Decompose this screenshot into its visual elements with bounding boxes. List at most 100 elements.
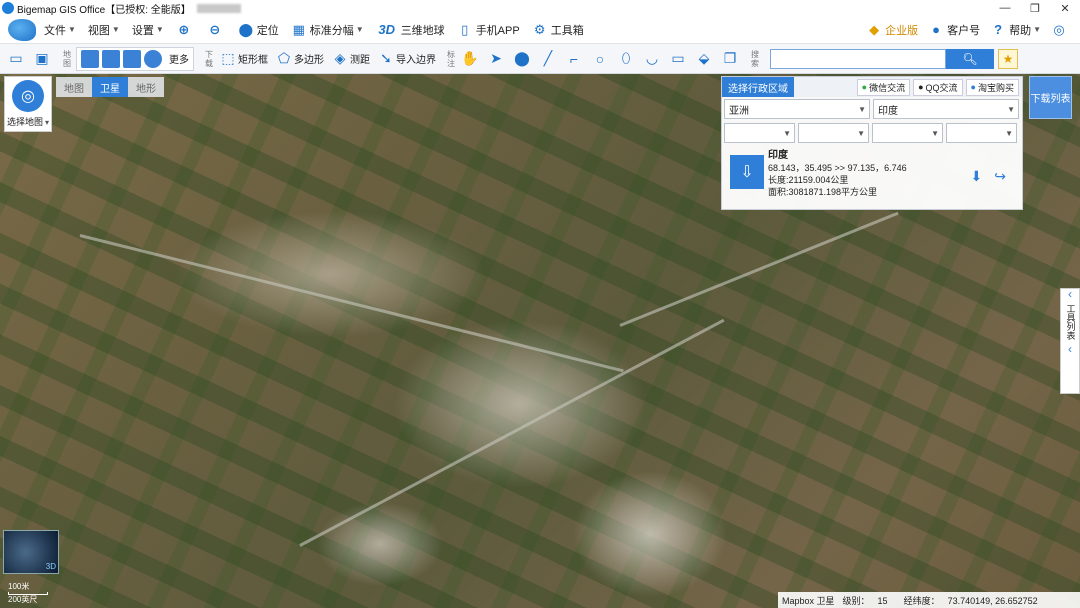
polyline-tool[interactable]: ⌐ [564, 48, 584, 70]
app-menu-icon[interactable] [8, 18, 36, 41]
import-boundary-button[interactable]: ➘ 导入边界 [376, 48, 436, 70]
layers-tool[interactable]: ❐ [720, 48, 740, 70]
globe-icon[interactable] [144, 49, 162, 68]
chevron-down-icon: ▼ [858, 104, 866, 114]
mark-section-label: 标注 [447, 49, 455, 68]
select-tool[interactable]: ➤ [486, 48, 506, 70]
search-section-label: 搜索 [751, 49, 759, 68]
3d-earth-label: 三维地球 [400, 24, 445, 37]
measure-button[interactable]: ◈ 测距 [330, 48, 370, 70]
standard-grid-label: 标准分幅 [309, 24, 354, 37]
marker-tool[interactable]: ⬤ [512, 48, 532, 70]
select-map-button[interactable]: ◎ 选择地图 ▾ [4, 76, 52, 132]
chevron-down-icon: ▼ [931, 128, 939, 138]
tab-terrain[interactable]: 地形 [128, 77, 164, 97]
grid-icon: ▦ [292, 21, 305, 37]
chevron-down-icon: ▼ [355, 25, 364, 34]
hand-icon: ✋ [461, 50, 479, 66]
close-button[interactable]: ✕ [1050, 2, 1080, 15]
download-icon[interactable]: ⬇ [971, 168, 983, 185]
eraser-tool[interactable]: ⬙ [694, 48, 714, 70]
3d-earth-button[interactable]: 3D 三维地球 [376, 22, 445, 38]
online-map-icon[interactable] [102, 49, 120, 68]
taobao-label: 淘宝购买 [977, 82, 1014, 93]
help-menu[interactable]: ? 帮助 ▼ [990, 22, 1041, 38]
road [619, 211, 899, 327]
admin-region-panel: 选择行政区域 ● 微信交流 ● QQ交流 ● 淘宝购买 亚洲 ▼ 印度 ▼ ▼ ▼ ▼ ▼… [721, 76, 1023, 210]
globe-minimap[interactable]: 3D [3, 530, 59, 574]
scale-bar: 100米 200英尺 [8, 582, 48, 605]
download-list-button[interactable]: 下载列表 [1029, 76, 1072, 119]
file-menu[interactable]: 文件 ▼ [44, 22, 76, 38]
rectangle-tool[interactable]: ▭ [668, 48, 688, 70]
app-logo-icon [2, 2, 14, 14]
square-icon: ▭ [671, 50, 685, 66]
wechat-button[interactable]: ● 微信交流 [856, 78, 911, 96]
taobao-button[interactable]: ● 淘宝购买 [965, 78, 1019, 96]
chevron-down-icon: ▼ [1033, 25, 1041, 34]
save-button[interactable]: ▣ [32, 48, 52, 70]
circle-tool[interactable]: ○ [590, 48, 610, 70]
pan-tool[interactable]: ✋ [460, 48, 480, 70]
district-select[interactable]: ▼ [872, 123, 943, 143]
open-button[interactable]: ▭ [6, 48, 26, 70]
eraser-icon: ⬙ [698, 50, 710, 66]
toolbar: ▭ ▣ 地图 更多 下载 ⬚ 矩形框 ⬠ 多边形 ◈ 测距 ➘ 导入边界 标注 ✋ ➤ … [0, 44, 1080, 74]
settings-menu[interactable]: 设置 ▼ [132, 22, 164, 38]
city-select[interactable]: ▼ [798, 123, 869, 143]
continent-value: 亚洲 [729, 105, 749, 117]
star-icon: ★ [1002, 51, 1014, 66]
search-button[interactable]: 🔍︎ [946, 48, 994, 69]
chevron-down-icon: ▼ [1005, 128, 1013, 138]
search-input[interactable] [770, 48, 946, 69]
ellipse-tool[interactable]: ⬯ [616, 48, 636, 70]
window-title: Bigemap GIS Office【已授权: 全能版】 [17, 4, 191, 16]
tab-map[interactable]: 地图 [56, 77, 92, 97]
favorites-button[interactable]: ★ [998, 48, 1018, 69]
region-length: 长度:21159.004公里 [768, 175, 849, 185]
chevron-left-icon[interactable]: ‹ [1068, 288, 1072, 300]
circle-icon: ○ [595, 50, 605, 67]
enterprise-button[interactable]: ◆ 企业版 [866, 22, 918, 38]
chevron-down-icon: ▼ [155, 25, 164, 34]
view-menu-label: 视图 [87, 24, 110, 37]
map-layer-icon[interactable] [81, 49, 99, 68]
save-icon: ▣ [35, 50, 49, 66]
map-tools-group: 更多 [76, 46, 194, 71]
qq-button[interactable]: ● QQ交流 [913, 78, 963, 96]
country-select[interactable]: 印度 ▼ [873, 99, 1019, 119]
rectangle-select-button[interactable]: ⬚ 矩形框 [218, 48, 268, 70]
customer-id-button[interactable]: ● 客户号 [928, 22, 980, 38]
zoom-in-button[interactable]: ⊕ [176, 22, 195, 38]
chevron-left-icon[interactable]: ‹ [1068, 343, 1072, 355]
tab-satellite[interactable]: 卫星 [92, 77, 128, 97]
admin-region-tab[interactable]: 选择行政区域 [722, 77, 794, 97]
province-select[interactable]: ▼ [724, 123, 795, 143]
town-select[interactable]: ▼ [946, 123, 1017, 143]
zoom-out-button[interactable]: ⊖ [207, 22, 226, 38]
mobile-app-button[interactable]: ▯ 手机APP [457, 22, 520, 38]
standard-grid-button[interactable]: ▦ 标准分幅 ▼ [291, 22, 364, 38]
locate-button[interactable]: ⬤ 定位 [238, 21, 278, 38]
polygon-select-button[interactable]: ⬠ 多边形 [274, 48, 324, 70]
qq-label: QQ交流 [925, 82, 958, 93]
line-tool[interactable]: ╱ [538, 48, 558, 70]
arc-tool[interactable]: ◡ [642, 48, 662, 70]
view-menu[interactable]: 视图 ▼ [88, 22, 120, 38]
location-pin-icon: ⬤ [238, 21, 254, 37]
taobao-icon: ● [970, 82, 976, 92]
more-button[interactable]: 更多 [169, 51, 189, 66]
ruler-icon: ◈ [334, 50, 346, 66]
offline-map-icon[interactable] [123, 49, 141, 68]
locate-target-button[interactable]: ◎ [1051, 22, 1070, 38]
continent-select[interactable]: 亚洲 ▼ [724, 99, 870, 119]
share-icon[interactable]: ↪ [994, 168, 1006, 185]
rectangle-icon: ⬚ [221, 50, 235, 66]
minimize-button[interactable]: — [990, 2, 1020, 15]
zoom-in-icon: ⊕ [178, 21, 190, 37]
download-region-icon[interactable]: ⇩ [730, 155, 764, 189]
tool-list-panel[interactable]: ‹ 工具列表 ‹ [1060, 288, 1080, 394]
zoom-level: 级别： 15 [842, 595, 888, 606]
maximize-button[interactable]: ❐ [1020, 2, 1050, 15]
toolbox-button[interactable]: ⚙ 工具箱 [532, 22, 584, 38]
